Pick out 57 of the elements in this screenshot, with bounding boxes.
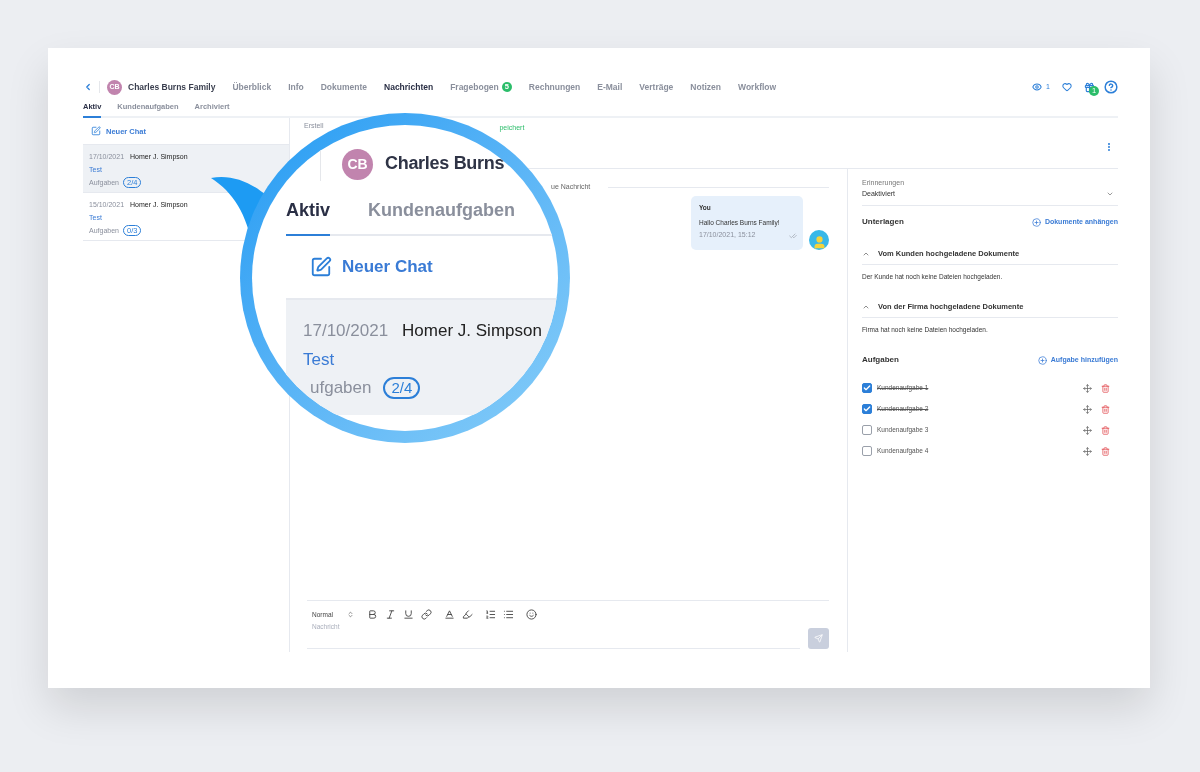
- trash-icon[interactable]: [1101, 446, 1110, 456]
- nav-tab[interactable]: E-Mail: [597, 80, 623, 94]
- chat-subject: Test: [303, 348, 335, 371]
- section-title: Unterlagen: [862, 216, 904, 229]
- drag-icon[interactable]: [1083, 404, 1092, 414]
- trash-icon[interactable]: [1101, 404, 1110, 414]
- ordered-list-icon[interactable]: [484, 609, 496, 621]
- chat-item[interactable]: 17/10/2021 Homer J. Simpson Test ufgaben 2/4: [286, 300, 558, 415]
- chevron-down-icon: [1106, 190, 1114, 198]
- tab[interactable]: Aktiv: [286, 197, 330, 236]
- text-color-icon[interactable]: [443, 609, 455, 621]
- eye-icon[interactable]: [1032, 82, 1043, 92]
- link-icon[interactable]: [420, 609, 432, 621]
- nav-tab[interactable]: Workflow: [738, 80, 777, 94]
- emoji-icon[interactable]: [525, 609, 537, 621]
- nav-tab[interactable]: Rechnungen: [528, 80, 581, 94]
- bold-icon[interactable]: [366, 609, 378, 621]
- nav-tab[interactable]: Info: [288, 80, 304, 94]
- checkbox[interactable]: [862, 446, 872, 457]
- tasks-count: 2/4: [383, 376, 421, 399]
- help-icon[interactable]: [1104, 80, 1118, 94]
- chat-contact: Homer J. Simpson: [402, 320, 542, 342]
- checkbox[interactable]: [862, 383, 872, 394]
- checkbox[interactable]: [862, 425, 872, 436]
- trash-icon[interactable]: [1101, 425, 1110, 435]
- edit-icon: [310, 256, 332, 278]
- list-icon[interactable]: [502, 609, 514, 621]
- nav-tab[interactable]: Dokumente: [320, 80, 367, 94]
- underline-icon[interactable]: [402, 609, 414, 621]
- highlight-icon[interactable]: [461, 609, 473, 621]
- edit-icon: [91, 126, 101, 137]
- nav-tab[interactable]: Überblick: [232, 80, 272, 94]
- nav-tab[interactable]: Verträge: [639, 80, 674, 94]
- plus-circle-icon: [1037, 355, 1047, 365]
- drag-icon[interactable]: [1083, 425, 1092, 435]
- send-icon: [814, 634, 823, 644]
- drag-icon[interactable]: [1083, 446, 1092, 456]
- client-avatar: CB: [342, 148, 373, 180]
- nav-tab[interactable]: Notizen: [690, 80, 722, 94]
- section-title: Aufgaben: [862, 354, 899, 367]
- chat-date: 17/10/2021: [303, 320, 389, 342]
- client-name: Charles Burns Family: [128, 80, 216, 94]
- plus-circle-icon: [1031, 217, 1041, 227]
- tab[interactable]: Kundenaufgaben: [368, 197, 515, 236]
- italic-icon[interactable]: [384, 609, 396, 621]
- heart-icon[interactable]: [1062, 82, 1072, 92]
- tasks-label: ufgaben: [310, 377, 372, 399]
- updown-icon: [346, 611, 354, 619]
- nav-tab[interactable]: Nachrichten: [384, 80, 434, 94]
- read-icon: [789, 231, 797, 240]
- new-chat-button[interactable]: Neuer Chat: [342, 254, 433, 280]
- back-icon[interactable]: [83, 82, 93, 92]
- user-avatar: [809, 229, 829, 250]
- drag-icon[interactable]: [1083, 383, 1092, 393]
- client-name: Charles Burns: [385, 151, 505, 175]
- trash-icon[interactable]: [1101, 383, 1110, 393]
- checkbox[interactable]: [862, 404, 872, 415]
